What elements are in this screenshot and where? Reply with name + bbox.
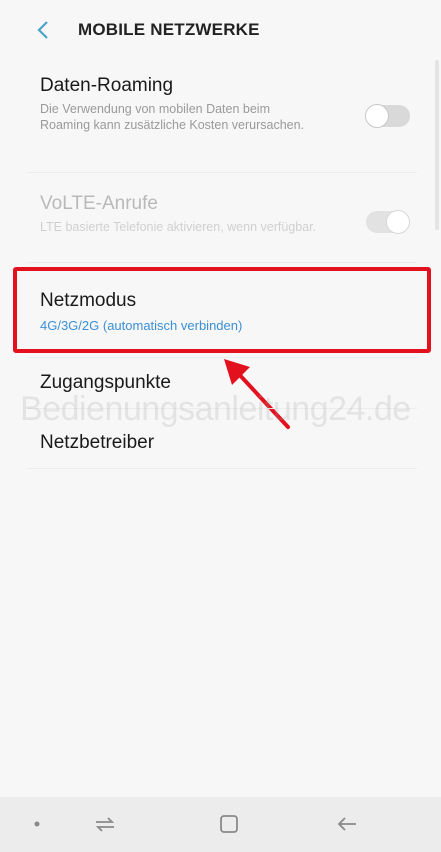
setting-description: LTE basierte Telefonie aktivieren, wenn … — [40, 220, 317, 234]
setting-data-roaming[interactable]: Daten-Roaming Die Verwendung von mobilen… — [40, 75, 320, 133]
page-title: MOBILE NETZWERKE — [78, 20, 260, 39]
chevron-left-icon — [37, 21, 48, 39]
toggle-knob — [365, 104, 389, 128]
setting-network-operator[interactable]: Netzbetreiber — [40, 432, 432, 454]
setting-description: Die Verwendung von mobilen Daten beim Ro… — [40, 102, 305, 132]
nav-home-button[interactable] — [212, 809, 246, 839]
divider — [27, 357, 417, 358]
nav-recents-button[interactable] — [88, 809, 122, 839]
highlight-box — [13, 267, 431, 353]
navigation-bar — [0, 797, 441, 852]
divider — [27, 408, 417, 409]
pointer-arrow-icon — [224, 359, 290, 429]
setting-label: Zugangspunkte — [40, 372, 171, 393]
app-bar: MOBILE NETZWERKE — [0, 0, 441, 60]
scrollbar[interactable] — [435, 60, 439, 230]
recents-icon — [95, 817, 115, 832]
dot-icon — [34, 821, 40, 827]
divider — [27, 172, 417, 173]
back-icon — [337, 817, 356, 831]
nav-back-button[interactable] — [330, 809, 364, 839]
volte-toggle[interactable] — [366, 210, 410, 234]
divider — [27, 262, 417, 263]
divider — [27, 468, 417, 469]
setting-access-points[interactable]: Zugangspunkte — [40, 372, 432, 394]
setting-volte[interactable]: VoLTE-Anrufe LTE basierte Telefonie akti… — [40, 193, 320, 235]
back-button[interactable] — [30, 16, 56, 44]
data-roaming-toggle[interactable] — [365, 104, 410, 128]
setting-label: Netzbetreiber — [40, 432, 155, 453]
toggle-knob — [386, 210, 410, 234]
setting-label: VoLTE-Anrufe — [40, 193, 158, 214]
setting-label: Daten-Roaming — [40, 75, 174, 96]
home-icon — [220, 815, 238, 833]
nav-dot-button[interactable] — [20, 809, 54, 839]
